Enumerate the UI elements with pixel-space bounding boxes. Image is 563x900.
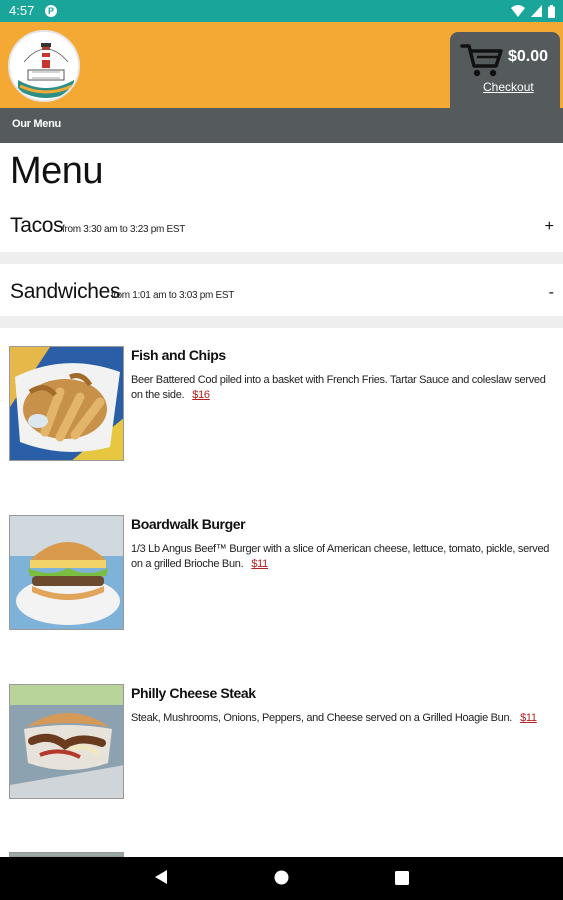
menu-item-price[interactable]: $16 — [192, 389, 210, 401]
menu-item-price[interactable]: $11 — [251, 558, 268, 570]
section-name: Tacos — [10, 214, 64, 237]
description-text: Steak, Mushrooms, Onions, Peppers, and C… — [131, 712, 513, 724]
page-title: Menu — [10, 150, 104, 192]
checkout-link[interactable]: Checkout — [483, 80, 534, 94]
burger-photo[interactable] — [9, 515, 124, 630]
back-icon[interactable] — [154, 869, 168, 885]
menu-item[interactable]: Boardwalk Burger 1/3 Lb Angus Beef™ Burg… — [0, 515, 563, 635]
section-hours: from 3:30 am to 3:23 pm EST — [62, 224, 186, 235]
section-header-tacos[interactable]: Tacos from 3:30 am to 3:23 pm EST + — [0, 206, 563, 252]
menu-item[interactable]: Philly Cheese Steak Steak, Mushrooms, On… — [0, 684, 563, 804]
description-text: 1/3 Lb Angus Beef™ Burger with a slice o… — [131, 543, 550, 570]
recents-icon[interactable] — [395, 871, 409, 885]
section-hours: from 1:01 am to 3:03 pm EST — [111, 290, 235, 301]
menu-item-description: Beer Battered Cod piled into a basket wi… — [131, 373, 551, 403]
menu-item[interactable]: Fish and Chips Beer Battered Cod piled i… — [0, 346, 563, 466]
section-divider — [0, 252, 563, 264]
menu-item-description: 1/3 Lb Angus Beef™ Burger with a slice o… — [131, 542, 551, 572]
cheesesteak-photo[interactable] — [9, 684, 124, 799]
logo-graphic — [12, 34, 78, 100]
shopping-cart-icon — [460, 44, 503, 77]
status-bar: 4:57 P — [0, 0, 563, 22]
section-header-sandwiches[interactable]: Sandwiches from 1:01 am to 3:03 pm EST - — [0, 270, 563, 316]
category-nav: Our Menu — [0, 108, 563, 143]
home-icon[interactable] — [274, 870, 289, 885]
section-divider — [0, 316, 563, 328]
system-navigation-bar — [0, 857, 563, 900]
boardwalk-grill-logo[interactable] — [8, 30, 80, 102]
section-name: Sandwiches — [10, 280, 121, 303]
expand-icon[interactable]: + — [545, 218, 554, 236]
fish-and-chips-photo[interactable] — [9, 346, 124, 461]
app-header: $0.00 Checkout — [0, 22, 563, 108]
cart-widget[interactable]: $0.00 Checkout — [450, 32, 560, 108]
status-icons — [511, 4, 555, 18]
status-time: 4:57 — [9, 3, 35, 18]
collapse-icon[interactable]: - — [549, 284, 554, 302]
battery-icon — [548, 4, 555, 18]
nav-item-our-menu[interactable]: Our Menu — [12, 118, 61, 130]
menu-item-description: Steak, Mushrooms, Onions, Peppers, and C… — [131, 711, 551, 726]
menu-item-name[interactable]: Fish and Chips — [131, 347, 226, 363]
menu-item-name[interactable]: Philly Cheese Steak — [131, 685, 256, 701]
signal-icon — [531, 5, 542, 17]
cart-total: $0.00 — [508, 48, 549, 65]
menu-item-name[interactable]: Boardwalk Burger — [131, 516, 246, 532]
wifi-icon — [511, 5, 525, 17]
menu-item-price[interactable]: $11 — [520, 712, 537, 724]
notification-app-icon: P — [45, 5, 57, 17]
